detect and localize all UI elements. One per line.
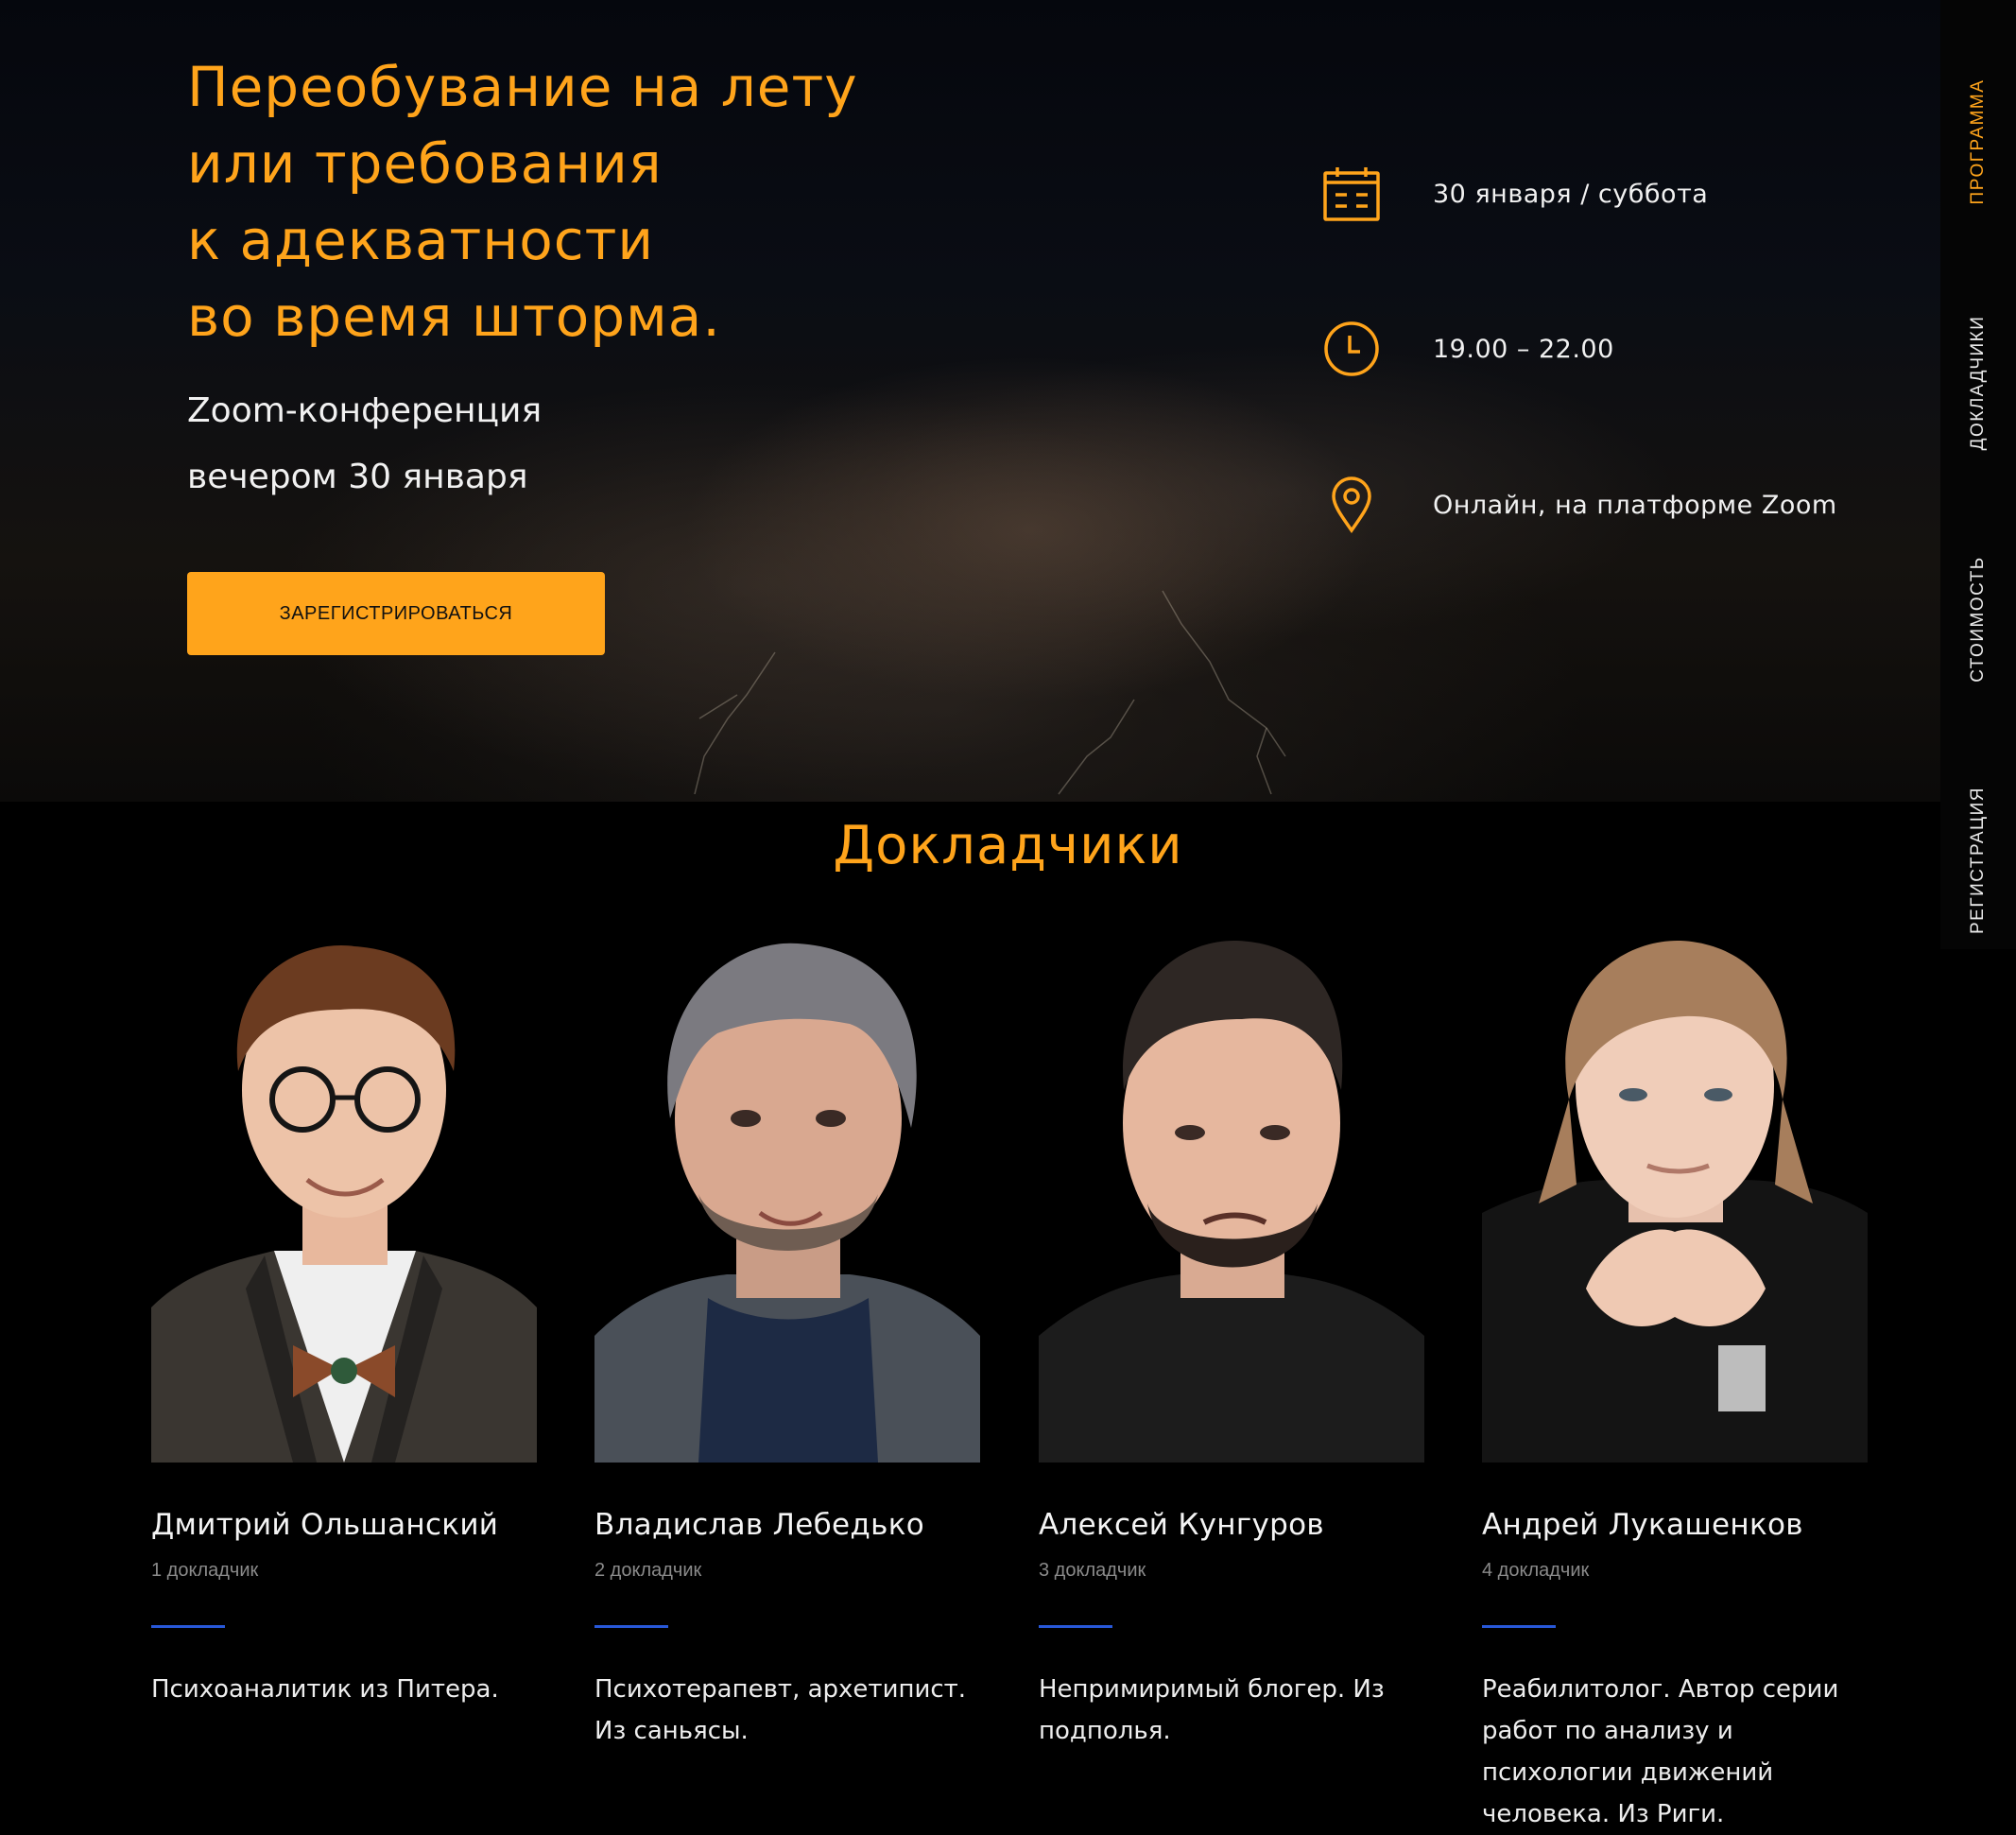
hero-subtitle: Zoom-конференция вечером 30 января [187, 378, 849, 511]
title-line: к адекватности [187, 208, 655, 272]
speaker-role: 4 докладчик [1482, 1560, 1590, 1581]
location-text: Онлайн, на платформе Zoom [1433, 490, 1837, 520]
speaker-role: 2 докладчик [594, 1560, 702, 1581]
speakers-heading: Докладчики [833, 815, 1183, 876]
divider [1039, 1625, 1112, 1628]
hero-section: Переобувание на лету или требования к ад… [0, 0, 2016, 802]
speaker-role: 1 докладчик [151, 1560, 259, 1581]
speaker-bio: Психоаналитик из Питера. [151, 1675, 499, 1704]
register-button[interactable]: ЗАРЕГИСТРИРОВАТЬСЯ [187, 572, 605, 655]
title-line: или требования [187, 131, 663, 196]
location-pin-icon [1321, 475, 1382, 535]
calendar-icon [1321, 164, 1382, 224]
clock-icon [1321, 319, 1382, 379]
nav-item-program[interactable]: ПРОГРАММА [1968, 79, 1989, 205]
speaker-photo [594, 943, 980, 1463]
side-nav: ПРОГРАММА ДОКЛАДЧИКИ СТОИМОСТЬ РЕГИСТРАЦ… [1940, 0, 2016, 949]
subtitle-line: Zoom-конференция [187, 391, 543, 430]
speaker-name: Дмитрий Ольшанский [151, 1508, 499, 1542]
speaker-name: Владислав Лебедько [594, 1508, 925, 1542]
subtitle-line: вечером 30 января [187, 458, 528, 496]
date-text: 30 января / суббота [1433, 179, 1709, 209]
speaker-bio: Реабилитолог. Автор серии работ по анали… [1482, 1675, 1839, 1828]
location-info: Онлайн, на платформе Zoom [1321, 475, 1836, 535]
time-info: 19.00 – 22.00 [1321, 319, 1613, 379]
date-info: 30 января / суббота [1321, 164, 1708, 224]
time-text: 19.00 – 22.00 [1433, 334, 1614, 364]
title-line: Переобувание на лету [187, 55, 858, 119]
divider [151, 1625, 225, 1628]
speaker-name: Алексей Кунгуров [1039, 1508, 1324, 1542]
nav-item-price[interactable]: СТОИМОСТЬ [1968, 556, 1989, 683]
speaker-photo [1039, 940, 1424, 1463]
speaker-name: Андрей Лукашенков [1482, 1508, 1803, 1542]
page-title: Переобувание на лету или требования к ад… [187, 49, 1038, 355]
nav-item-speakers[interactable]: ДОКЛАДЧИКИ [1968, 316, 1989, 451]
title-line: во время шторма. [187, 285, 721, 349]
speaker-photo [151, 945, 537, 1463]
divider [1482, 1625, 1556, 1628]
speaker-role: 3 докладчик [1039, 1560, 1146, 1581]
speaker-photo [1482, 940, 1868, 1463]
divider [594, 1625, 668, 1628]
speaker-bio: Психотерапевт, архетипист. Из саньясы. [594, 1675, 967, 1745]
speaker-bio: Непримиримый блогер. Из подполья. [1039, 1675, 1385, 1745]
